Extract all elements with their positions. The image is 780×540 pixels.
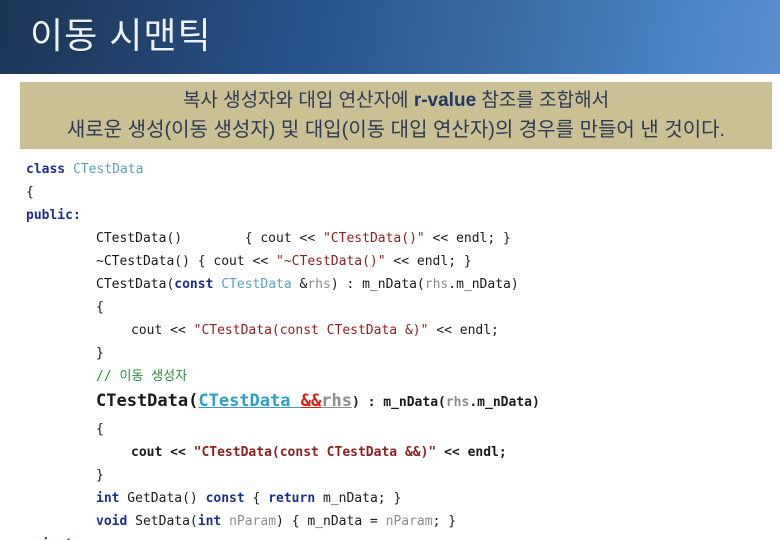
- string-default-ctor: "CTestData()": [322, 231, 425, 246]
- code-line-copy-ctor-sig: CTestData(const CTestData &rhs) : m_nDat…: [0, 273, 780, 296]
- code-line-copy-body-open: {: [96, 300, 104, 315]
- setdata-name: SetData(: [127, 514, 198, 529]
- move-init-list-tail: .m_nData): [469, 395, 540, 410]
- rvalue-term: r-value: [413, 90, 477, 111]
- code-line-move-ctor-sig: CTestData(CTestData &&rhs) : m_nData(rhs…: [0, 388, 780, 415]
- code-line-move-body-open: {: [96, 422, 104, 437]
- string-destructor: "~CTestData()": [276, 254, 386, 269]
- type-ctestdata-copy: CTestData: [221, 277, 292, 292]
- init-list-tail: .m_nData): [448, 277, 519, 292]
- setdata-body: ) { m_nData =: [276, 514, 386, 529]
- sp2: [221, 514, 229, 529]
- param-rhs-ref: rhs: [424, 277, 449, 292]
- init-list-open: ) : m_nData(: [330, 277, 425, 292]
- move-cout-tail: << endl;: [436, 445, 507, 460]
- header-banner: 이동 시맨틱: [0, 0, 780, 74]
- code-block: class CTestData { public: CTestData() { …: [0, 158, 780, 540]
- code-line-copy-cout: cout << "CTestData(const CTestData &)" <…: [0, 319, 780, 342]
- param-nparam-ref: nParam: [385, 514, 433, 529]
- page-title: 이동 시맨틱: [30, 15, 212, 56]
- code-line-default-ctor: CTestData() { cout << "CTestData()" << e…: [0, 227, 780, 250]
- kw-int-get: int: [96, 491, 120, 506]
- setdata-tail: ; }: [432, 514, 457, 529]
- cout-tail: << endl;: [428, 323, 499, 338]
- sp-underline: [290, 391, 300, 411]
- code-line-move-comment: // 이동 생성자: [0, 365, 780, 388]
- code-line-private: private:: [0, 533, 780, 540]
- type-ctestdata: CTestData: [72, 162, 144, 177]
- param-rhs-move: rhs: [321, 391, 352, 411]
- callout-line1-before: 복사 생성자와 대입 연산자에: [182, 90, 414, 111]
- move-cout-prefix: cout <<: [131, 445, 194, 460]
- cout-prefix: cout <<: [131, 323, 194, 338]
- rvalue-ref-operator: &&: [300, 391, 322, 411]
- ctor-gap: { cout <<: [182, 231, 323, 246]
- kw-const: const: [174, 277, 214, 292]
- code-line-move-cout: cout << "CTestData(const CTestData &&)" …: [0, 441, 780, 464]
- code-line-copy-body-close: }: [96, 346, 104, 361]
- kw-int-param: int: [197, 514, 222, 529]
- amp-single: &: [291, 277, 308, 292]
- callout-line1-after: 참조를 조합해서: [476, 90, 610, 111]
- move-ctor-open: CTestData(: [96, 391, 199, 411]
- code-line-class-decl: class CTestData: [0, 158, 780, 181]
- callout-line-2: 새로운 생성(이동 생성자) 및 대입(이동 대입 연산자)의 경우를 만들어 …: [66, 119, 726, 141]
- kw-return: return: [268, 491, 316, 506]
- move-init-list-open: ) : m_nData(: [351, 395, 446, 410]
- ctor-name: CTestData(): [96, 231, 183, 246]
- callout-line-1: 복사 생성자와 대입 연산자에 r-value 참조를 조합해서: [20, 91, 772, 110]
- dtor-name: ~CTestData() { cout <<: [96, 254, 277, 269]
- type-ctestdata-move: CTestData: [198, 391, 291, 411]
- getdata-name: GetData(): [119, 491, 206, 506]
- getdata-tail: m_nData; }: [315, 491, 402, 506]
- string-move-ctor: "CTestData(const CTestData &&)": [193, 445, 437, 460]
- code-line-getdata: int GetData() const { return m_nData; }: [0, 487, 780, 510]
- kw-class: class: [26, 162, 66, 177]
- param-nparam: nParam: [229, 514, 277, 529]
- param-rhs: rhs: [307, 277, 331, 292]
- code-line-destructor: ~CTestData() { cout << "~CTestData()" <<…: [0, 250, 780, 273]
- param-rhs-move-ref: rhs: [445, 395, 470, 410]
- callout-band: 복사 생성자와 대입 연산자에 r-value 참조를 조합해서 새로운 생성(…: [20, 82, 772, 149]
- comment-move-ctor: // 이동 생성자: [96, 369, 188, 384]
- dtor-tail: << endl; }: [385, 254, 472, 269]
- kw-const-get: const: [205, 491, 245, 506]
- code-line-public: public:: [0, 204, 780, 227]
- code-line-open-brace: {: [26, 185, 34, 200]
- ctor-tail: << endl; }: [424, 231, 511, 246]
- string-copy-ctor: "CTestData(const CTestData &)": [193, 323, 429, 338]
- copy-ctor-open: CTestData(: [96, 277, 175, 292]
- code-line-move-body-close: }: [96, 468, 104, 483]
- kw-void: void: [96, 514, 128, 529]
- kw-public: public:: [26, 208, 81, 223]
- code-line-setdata: void SetData(int nParam) { m_nData = nPa…: [0, 510, 780, 533]
- getdata-body-open: {: [244, 491, 269, 506]
